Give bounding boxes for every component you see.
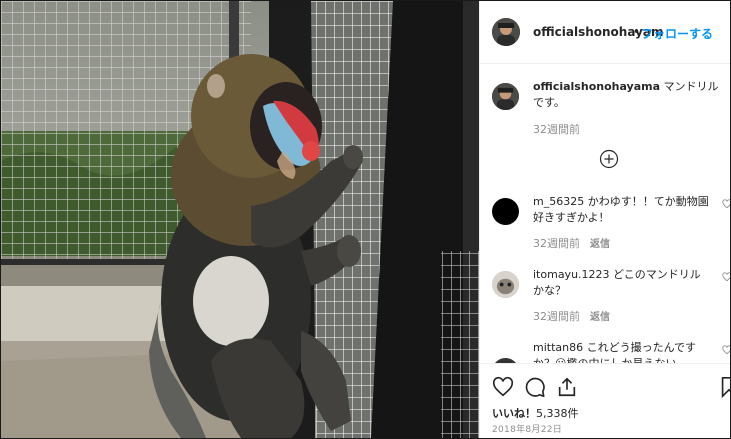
comment-username[interactable]: mittan86 bbox=[533, 341, 583, 354]
reply-button[interactable]: 返信 bbox=[590, 239, 610, 250]
comment-item: m_56325 かわゆす！！てか動物園好きすぎかよ！ 32週間前 返信 bbox=[492, 194, 731, 254]
comment-text: mittan86 これどう撮ったんですか？😮檻の中にしか見えない bbox=[533, 340, 711, 364]
comment-avatar[interactable] bbox=[492, 198, 519, 225]
reply-button[interactable]: 返信 bbox=[590, 312, 610, 323]
comment-avatar[interactable] bbox=[492, 271, 519, 298]
comment-time: 32週間前 bbox=[533, 310, 580, 323]
caption-time: 32週間前 bbox=[533, 123, 580, 136]
caption: officialshonohayama マンドリル です。 32週間前 bbox=[492, 79, 728, 159]
comment-like-heart-icon[interactable] bbox=[722, 199, 731, 209]
comment-text: itomayu.1223 どこのマンドリルかな？ bbox=[533, 267, 711, 299]
author-avatar[interactable] bbox=[492, 18, 520, 46]
comment-item: itomayu.1223 どこのマンドリルかな？ 32週間前 返信 bbox=[492, 267, 731, 327]
caption-avatar[interactable] bbox=[492, 83, 519, 110]
share-icon[interactable] bbox=[556, 376, 578, 398]
likes-label: いいね！ bbox=[492, 407, 536, 420]
caption-username[interactable]: officialshonohayama bbox=[533, 80, 660, 93]
likes-number: 5,338件 bbox=[536, 407, 579, 420]
likes-count[interactable]: いいね！5,338件 bbox=[492, 405, 579, 421]
comment-username[interactable]: itomayu.1223 bbox=[533, 268, 610, 281]
separator-dot: • bbox=[633, 25, 641, 39]
comment-text: m_56325 かわゆす！！てか動物園好きすぎかよ！ bbox=[533, 194, 711, 226]
comment-like-heart-icon[interactable] bbox=[722, 272, 731, 282]
post-header: officialshonohayam • フォローする bbox=[480, 1, 730, 64]
comment-meta: 32週間前 返信 bbox=[533, 235, 610, 251]
avatar-image bbox=[492, 83, 519, 110]
comment-like-heart-icon[interactable] bbox=[722, 345, 731, 355]
comment-item: mittan86 これどう撮ったんですか？😮檻の中にしか見えない bbox=[492, 340, 731, 364]
mandrill-photo bbox=[1, 1, 479, 438]
load-more-comments-button[interactable] bbox=[599, 149, 619, 169]
bookmark-icon[interactable] bbox=[718, 376, 731, 398]
avatar-image bbox=[492, 271, 519, 298]
load-more-comments-icon bbox=[599, 149, 619, 169]
heart-icon[interactable] bbox=[492, 376, 514, 398]
caption-text: officialshonohayama マンドリル です。 bbox=[533, 79, 723, 111]
post-actions-bar: いいね！5,338件 2018年8月22日 bbox=[480, 363, 731, 438]
comment-meta: 32週間前 返信 bbox=[533, 308, 610, 324]
comment-username[interactable]: m_56325 bbox=[533, 195, 584, 208]
comment-time: 32週間前 bbox=[533, 237, 580, 250]
post-date: 2018年8月22日 bbox=[492, 425, 563, 435]
post-photo[interactable] bbox=[1, 1, 479, 438]
avatar-image bbox=[492, 18, 520, 46]
comment-icon[interactable] bbox=[524, 376, 546, 398]
follow-button[interactable]: フォローする bbox=[641, 25, 713, 42]
post-side-panel: officialshonohayam • フォローする officialshon… bbox=[479, 1, 731, 438]
comments-section[interactable]: officialshonohayama マンドリル です。 32週間前 m_56… bbox=[480, 64, 731, 364]
instagram-post-window: officialshonohayam • フォローする officialshon… bbox=[0, 0, 731, 439]
